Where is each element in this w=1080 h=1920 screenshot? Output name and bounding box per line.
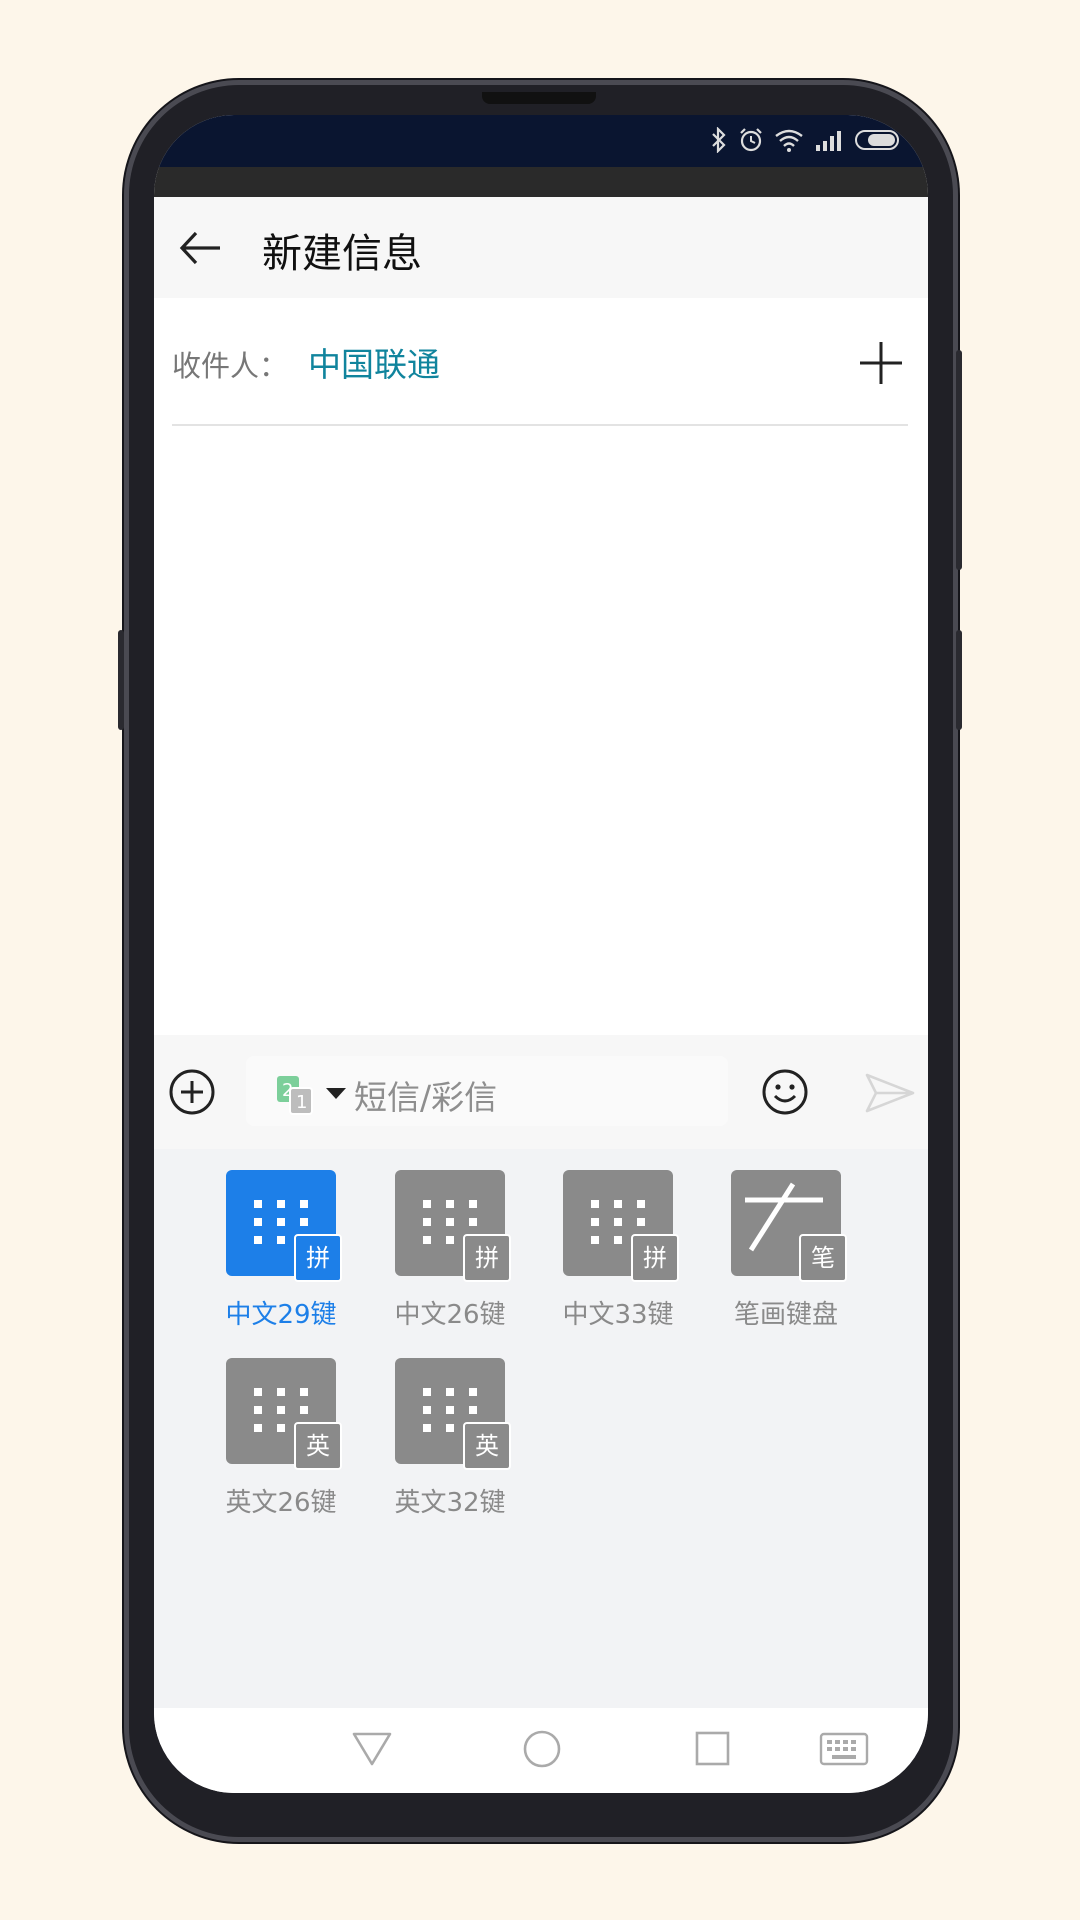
send-icon[interactable] — [864, 1071, 916, 1115]
status-bar-strip — [154, 167, 928, 197]
side-button-left — [118, 630, 124, 730]
nav-home-icon[interactable] — [520, 1726, 564, 1770]
keyboard-tile: 笔 — [731, 1170, 847, 1282]
add-recipient-icon[interactable] — [858, 340, 904, 386]
keyboard-label: 中文26键 — [394, 1300, 506, 1330]
status-bar — [154, 115, 928, 167]
app-bar: 新建信息 — [154, 197, 928, 298]
keyboard-label: 中文33键 — [562, 1300, 674, 1330]
keyboard-tile: 英 — [226, 1358, 342, 1470]
keyboard-option-english-26[interactable]: 英 英文26键 — [211, 1358, 351, 1519]
alarm-icon — [740, 128, 762, 152]
svg-text:1: 1 — [296, 1092, 307, 1113]
message-placeholder: 短信/彩信 — [354, 1078, 498, 1117]
keyboard-label: 笔画键盘 — [733, 1300, 838, 1330]
signal-icon — [816, 131, 841, 151]
keyboard-badge: 拼 — [631, 1234, 679, 1282]
keyboard-badge: 英 — [463, 1422, 511, 1470]
screen: 新建信息 收件人： 中国联通 21 短信/彩信 拼 中文29键 拼 中文26键 … — [154, 115, 928, 1793]
keyboard-option-chinese-33[interactable]: 拼 中文33键 — [548, 1170, 688, 1331]
bluetooth-icon — [712, 127, 726, 153]
keyboard-badge: 拼 — [294, 1234, 342, 1282]
page-title: 新建信息 — [262, 231, 422, 277]
keyboard-tile: 拼 — [226, 1170, 342, 1282]
battery-icon — [855, 130, 899, 150]
keyboard-badge: 拼 — [463, 1234, 511, 1282]
back-arrow-icon[interactable] — [176, 223, 226, 273]
keyboard-badge: 英 — [294, 1422, 342, 1470]
recipient-label: 收件人： — [172, 349, 289, 383]
keyboard-label: 中文29键 — [225, 1300, 337, 1330]
volume-button — [956, 350, 962, 570]
keyboard-tile: 英 — [395, 1358, 511, 1470]
earpiece — [482, 92, 596, 104]
power-button — [956, 630, 962, 730]
wifi-icon — [775, 129, 803, 152]
keyboard-label: 英文26键 — [225, 1488, 337, 1518]
composer-bar: 21 短信/彩信 — [154, 1035, 928, 1149]
emoji-icon[interactable] — [760, 1067, 810, 1117]
nav-recents-icon[interactable] — [690, 1726, 734, 1770]
sim-card-icon[interactable]: 21 — [274, 1074, 318, 1118]
navigation-bar — [154, 1708, 928, 1793]
keyboard-label: 英文32键 — [394, 1488, 506, 1518]
keyboard-option-chinese-26[interactable]: 拼 中文26键 — [380, 1170, 520, 1331]
keyboard-badge: 笔 — [799, 1234, 847, 1282]
keyboard-option-chinese-29[interactable]: 拼 中文29键 — [211, 1170, 351, 1331]
keyboard-tile: 拼 — [395, 1170, 511, 1282]
keyboard-tile: 拼 — [563, 1170, 679, 1282]
keyboard-toggle-icon[interactable] — [818, 1726, 870, 1770]
recipient-divider — [172, 424, 908, 426]
message-content: 收件人： 中国联通 — [154, 298, 928, 1035]
keyboard-selector-panel: 拼 中文29键 拼 中文26键 拼 中文33键 笔 笔画键盘 英 英文26键 英… — [154, 1149, 928, 1708]
keyboard-option-stroke[interactable]: 笔 笔画键盘 — [716, 1170, 856, 1331]
sim-dropdown-caret-icon[interactable] — [326, 1088, 346, 1099]
keyboard-option-english-32[interactable]: 英 英文32键 — [380, 1358, 520, 1519]
add-attachment-icon[interactable] — [168, 1068, 216, 1116]
nav-back-icon[interactable] — [350, 1726, 394, 1770]
message-input[interactable]: 21 短信/彩信 — [246, 1056, 728, 1126]
recipient-chip[interactable]: 中国联通 — [308, 338, 440, 386]
